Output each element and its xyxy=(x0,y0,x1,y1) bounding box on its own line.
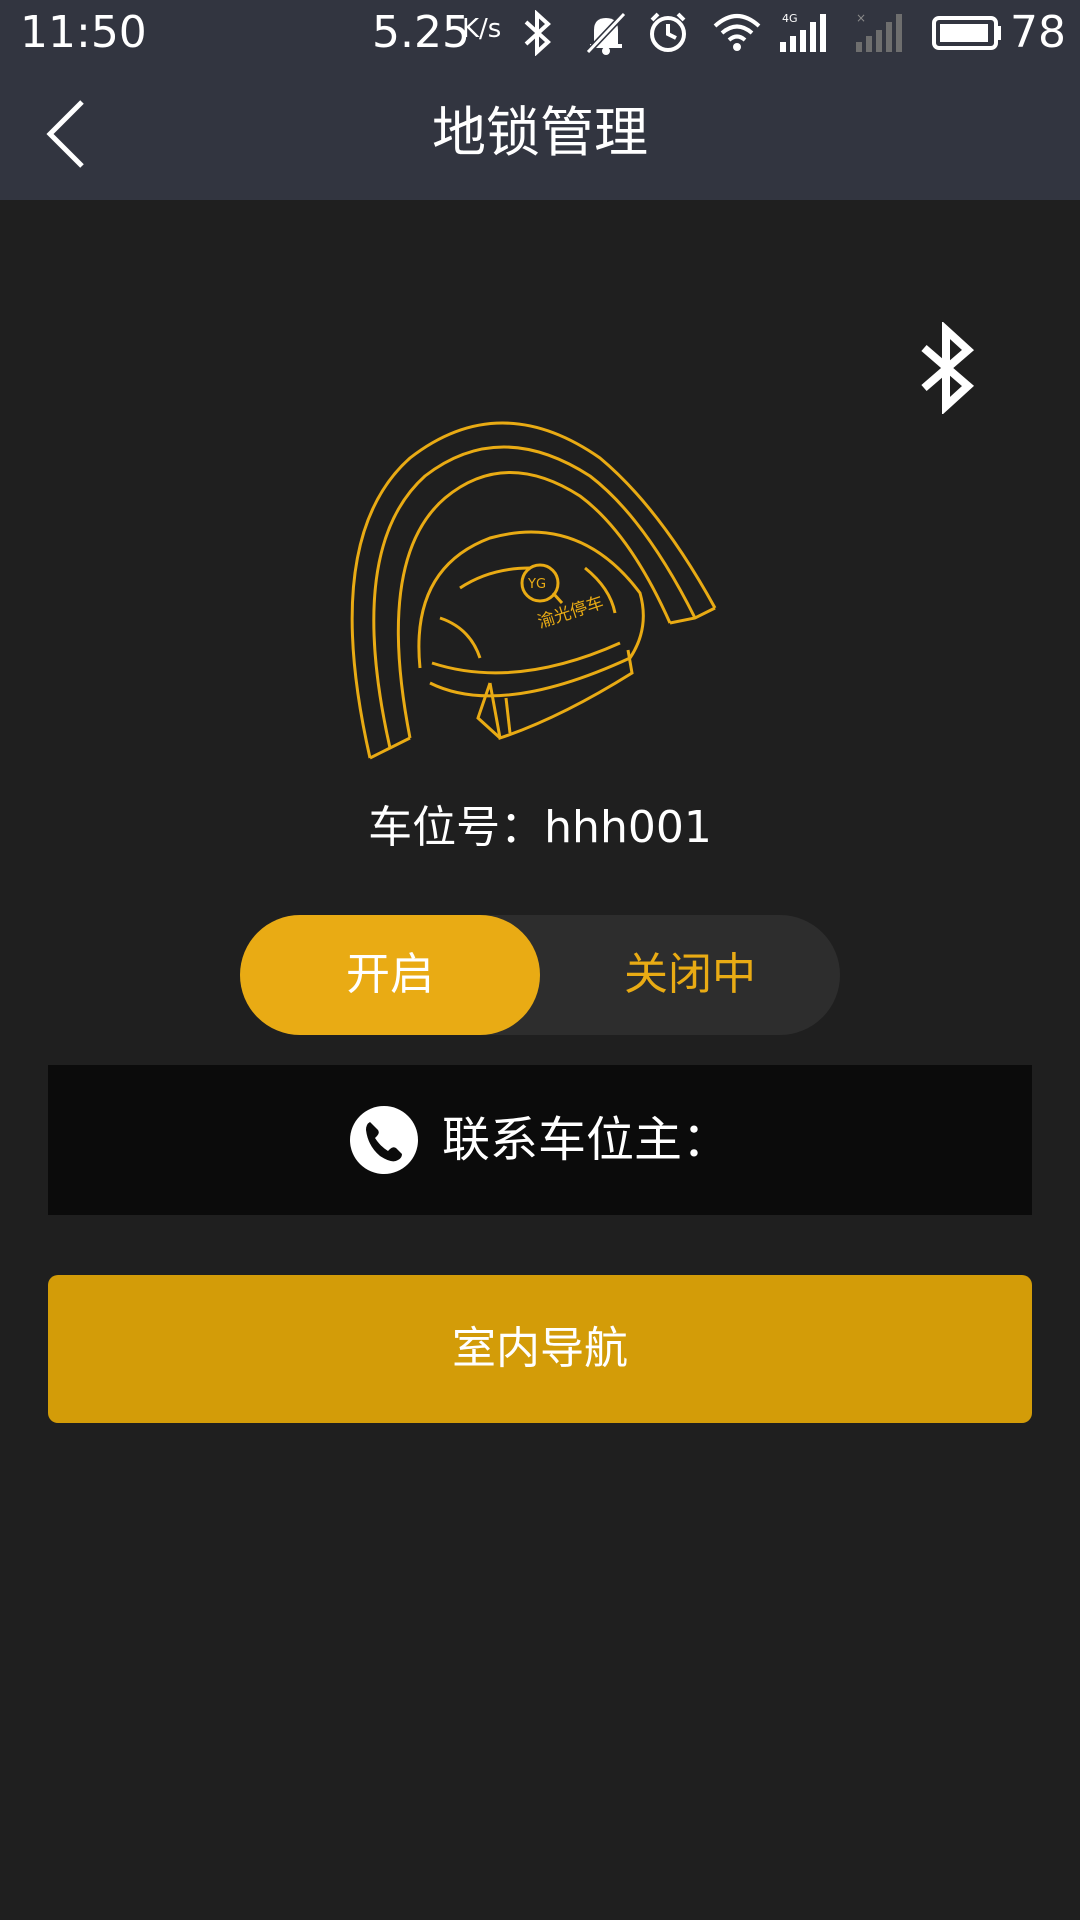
contact-owner-label: 联系车位主： xyxy=(442,1112,731,1168)
signal-empty-icon: × xyxy=(856,11,902,52)
network-speed-unit: K/s xyxy=(462,14,502,44)
indoor-navigation-button[interactable]: 室内导航 xyxy=(48,1275,1032,1423)
parking-lock-illustration: YG 渝光停车 xyxy=(350,421,717,760)
status-bar: 11:50 5.25 K/s 4G × 78 xyxy=(0,0,1080,66)
bluetooth-icon[interactable] xyxy=(918,322,978,414)
toggle-open-button[interactable]: 开启 xyxy=(240,915,540,1035)
bluetooth-icon xyxy=(524,10,551,56)
status-time: 11:50 xyxy=(20,7,147,58)
lock-toggle[interactable]: 开启 关闭中 xyxy=(240,915,840,1035)
wifi-icon xyxy=(713,14,761,51)
phone-icon xyxy=(350,1106,418,1174)
battery-icon xyxy=(932,16,1001,50)
contact-owner-button[interactable]: 联系车位主： xyxy=(48,1065,1032,1215)
svg-text:4G: 4G xyxy=(782,12,798,25)
svg-text:×: × xyxy=(856,11,866,25)
battery-level: 78 xyxy=(1010,7,1066,58)
lock-badge-text: YG xyxy=(527,577,546,592)
mute-icon xyxy=(585,11,627,55)
parking-spot-label: 车位号：hhh001 xyxy=(368,802,712,853)
network-speed: 5.25 xyxy=(372,7,470,58)
toggle-closing-button[interactable]: 关闭中 xyxy=(540,915,840,1035)
signal-4g-icon: 4G xyxy=(780,12,826,52)
page-title: 地锁管理 xyxy=(432,101,648,164)
alarm-icon xyxy=(650,12,686,52)
app-bar: 地锁管理 xyxy=(0,66,1080,200)
